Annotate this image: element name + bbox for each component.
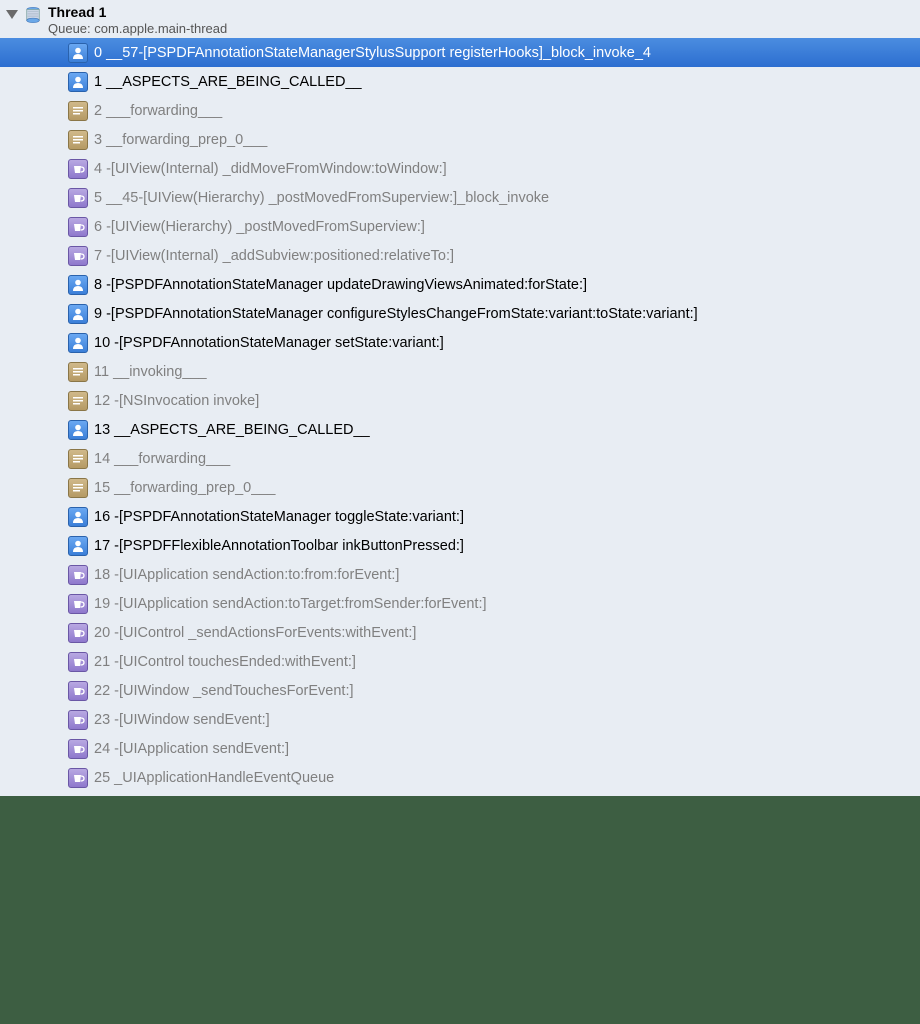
stack-frame-list: 0 __57-[PSPDFAnnotationStateManagerStylu… (0, 38, 920, 792)
stack-frame-label: 21 -[UIControl touchesEnded:withEvent:] (94, 654, 356, 670)
disclosure-triangle-icon[interactable] (6, 10, 18, 19)
thread-title: Thread 1 (48, 4, 227, 20)
stack-frame-row[interactable]: 8 -[PSPDFAnnotationStateManager updateDr… (0, 270, 920, 299)
stack-frame-row[interactable]: 13 __ASPECTS_ARE_BEING_CALLED__ (0, 415, 920, 444)
stack-frame-row[interactable]: 4 -[UIView(Internal) _didMoveFromWindow:… (0, 154, 920, 183)
stack-frame-row[interactable]: 24 -[UIApplication sendEvent:] (0, 734, 920, 763)
stack-frame-label: 7 -[UIView(Internal) _addSubview:positio… (94, 248, 454, 264)
stack-frame-row[interactable]: 22 -[UIWindow _sendTouchesForEvent:] (0, 676, 920, 705)
stack-frame-row[interactable]: 5 __45-[UIView(Hierarchy) _postMovedFrom… (0, 183, 920, 212)
stack-frame-row[interactable]: 12 -[NSInvocation invoke] (0, 386, 920, 415)
stack-frame-row[interactable]: 2 ___forwarding___ (0, 96, 920, 125)
stack-frame-row[interactable]: 3 __forwarding_prep_0___ (0, 125, 920, 154)
stack-frame-label: 6 -[UIView(Hierarchy) _postMovedFromSupe… (94, 219, 425, 235)
stack-frame-label: 10 -[PSPDFAnnotationStateManager setStat… (94, 335, 444, 351)
stack-frame-label: 25 _UIApplicationHandleEventQueue (94, 770, 334, 786)
stack-frame-row[interactable]: 14 ___forwarding___ (0, 444, 920, 473)
stack-frame-row[interactable]: 21 -[UIControl touchesEnded:withEvent:] (0, 647, 920, 676)
stack-frame-row[interactable]: 10 -[PSPDFAnnotationStateManager setStat… (0, 328, 920, 357)
stack-frame-label: 2 ___forwarding___ (94, 103, 222, 119)
stack-frame-row[interactable]: 20 -[UIControl _sendActionsForEvents:wit… (0, 618, 920, 647)
thread-subtitle: Queue: com.apple.main-thread (48, 21, 227, 36)
stack-frame-row[interactable]: 23 -[UIWindow sendEvent:] (0, 705, 920, 734)
bottom-panel (0, 796, 920, 1024)
stack-frame-label: 16 -[PSPDFAnnotationStateManager toggleS… (94, 509, 464, 525)
stack-frame-label: 19 -[UIApplication sendAction:toTarget:f… (94, 596, 487, 612)
stack-frame-label: 23 -[UIWindow sendEvent:] (94, 712, 270, 728)
stack-frame-row[interactable]: 18 -[UIApplication sendAction:to:from:fo… (0, 560, 920, 589)
stack-frame-label: 0 __57-[PSPDFAnnotationStateManagerStylu… (94, 45, 651, 61)
stack-frame-label: 14 ___forwarding___ (94, 451, 230, 467)
stack-frame-label: 12 -[NSInvocation invoke] (94, 393, 259, 409)
stack-frame-label: 18 -[UIApplication sendAction:to:from:fo… (94, 567, 399, 583)
thread-spool-icon (24, 6, 42, 24)
stack-frame-label: 9 -[PSPDFAnnotationStateManager configur… (94, 306, 698, 322)
stack-frame-row[interactable]: 7 -[UIView(Internal) _addSubview:positio… (0, 241, 920, 270)
thread-header[interactable]: Thread 1 Queue: com.apple.main-thread (0, 0, 920, 38)
stack-frame-row[interactable]: 1 __ASPECTS_ARE_BEING_CALLED__ (0, 67, 920, 96)
stack-frame-label: 3 __forwarding_prep_0___ (94, 132, 267, 148)
stack-frame-row[interactable]: 11 __invoking___ (0, 357, 920, 386)
stack-frame-label: 24 -[UIApplication sendEvent:] (94, 741, 289, 757)
stack-frame-label: 4 -[UIView(Internal) _didMoveFromWindow:… (94, 161, 447, 177)
stack-frame-row[interactable]: 19 -[UIApplication sendAction:toTarget:f… (0, 589, 920, 618)
stack-frame-label: 1 __ASPECTS_ARE_BEING_CALLED__ (94, 74, 362, 90)
stack-frame-label: 15 __forwarding_prep_0___ (94, 480, 275, 496)
stack-frame-row[interactable]: 25 _UIApplicationHandleEventQueue (0, 763, 920, 792)
stack-frame-label: 17 -[PSPDFFlexibleAnnotationToolbar inkB… (94, 538, 464, 554)
stack-frame-row[interactable]: 6 -[UIView(Hierarchy) _postMovedFromSupe… (0, 212, 920, 241)
stack-frame-row[interactable]: 16 -[PSPDFAnnotationStateManager toggleS… (0, 502, 920, 531)
stack-frame-label: 11 __invoking___ (94, 364, 207, 380)
stack-frame-row[interactable]: 15 __forwarding_prep_0___ (0, 473, 920, 502)
stack-frame-label: 5 __45-[UIView(Hierarchy) _postMovedFrom… (94, 190, 549, 206)
stack-frame-label: 13 __ASPECTS_ARE_BEING_CALLED__ (94, 422, 370, 438)
stack-frame-row[interactable]: 9 -[PSPDFAnnotationStateManager configur… (0, 299, 920, 328)
stack-frame-row[interactable]: 17 -[PSPDFFlexibleAnnotationToolbar inkB… (0, 531, 920, 560)
stack-frame-label: 8 -[PSPDFAnnotationStateManager updateDr… (94, 277, 587, 293)
stack-frame-label: 20 -[UIControl _sendActionsForEvents:wit… (94, 625, 416, 641)
stack-frame-label: 22 -[UIWindow _sendTouchesForEvent:] (94, 683, 354, 699)
stack-frame-row[interactable]: 0 __57-[PSPDFAnnotationStateManagerStylu… (0, 38, 920, 67)
thread-title-block: Thread 1 Queue: com.apple.main-thread (48, 4, 227, 36)
